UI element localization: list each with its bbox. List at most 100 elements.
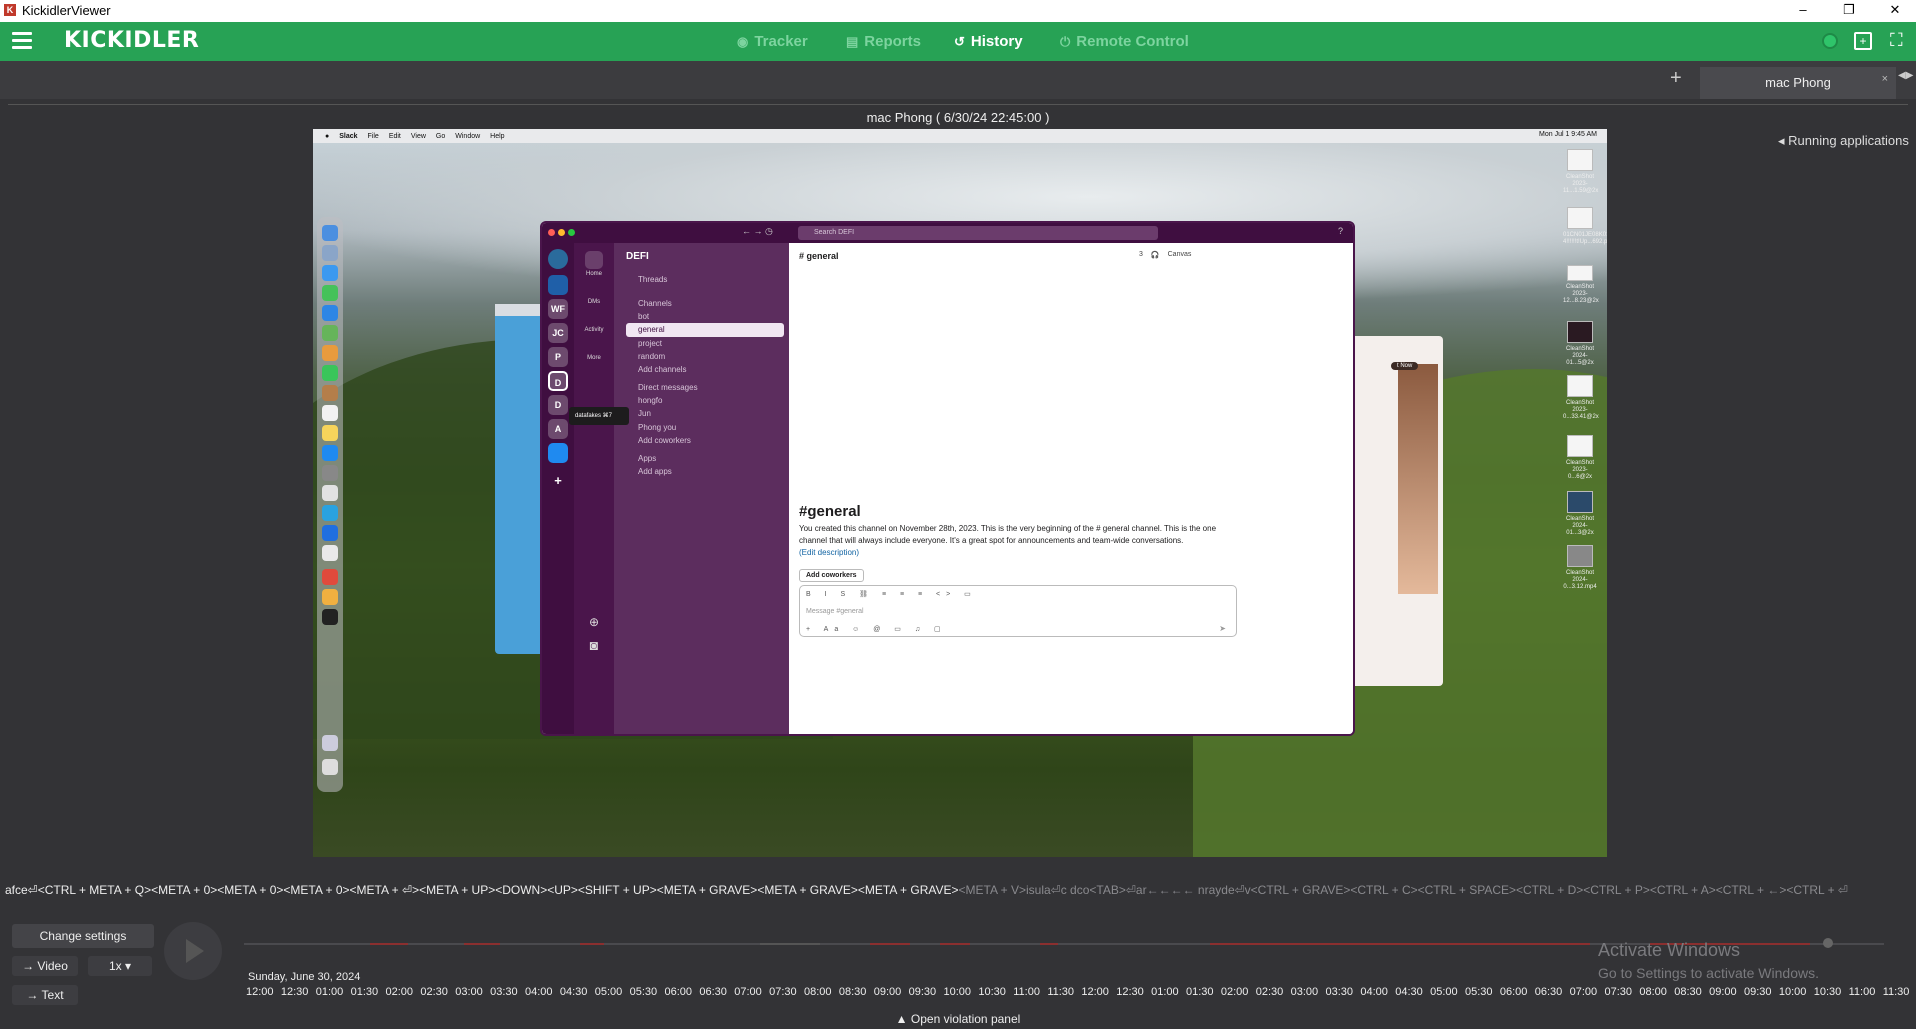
message-input[interactable]: Message #general xyxy=(806,608,864,615)
channel-general[interactable]: general xyxy=(626,323,784,337)
add-coworkers-button[interactable]: Add coworkers xyxy=(799,569,864,582)
nav-home[interactable]: Home xyxy=(574,251,614,277)
speed-select[interactable]: 1x ▾ xyxy=(88,956,152,976)
tab-scroll-arrows-icon[interactable]: ◀▶ xyxy=(1898,70,1913,81)
change-settings-button[interactable]: Change settings xyxy=(12,924,154,948)
new-message-icon[interactable]: ⊕ xyxy=(574,615,614,629)
violation-marker[interactable] xyxy=(464,943,500,945)
minimize-dot-icon[interactable] xyxy=(558,229,565,236)
desktop-file[interactable]: CleanShot 2024-01...5@2x xyxy=(1563,321,1597,367)
fullscreen-icon[interactable]: ⛶ xyxy=(1890,30,1903,51)
nav-more[interactable]: More xyxy=(574,335,614,361)
nav-history[interactable]: ↺ History xyxy=(954,33,1023,50)
add-coworkers-link[interactable]: Add coworkers xyxy=(626,434,784,448)
profile-avatar[interactable]: ◙ xyxy=(574,637,614,653)
add-apps[interactable]: Add apps xyxy=(626,465,784,479)
desktop-file[interactable]: CleanShot 2023-0...6@2x xyxy=(1563,435,1597,481)
timeline-hour-label: 11:00 xyxy=(1848,986,1876,998)
dm-header[interactable]: Direct messages xyxy=(626,381,784,395)
running-applications-toggle[interactable]: ◂ Running applications xyxy=(1778,133,1909,149)
apps-header[interactable]: Apps xyxy=(626,452,784,466)
message-composer[interactable]: B I S ⛓ ≡ ≡ ≡ <> ▭ Message #general + Aa… xyxy=(799,585,1237,637)
minimize-button[interactable]: – xyxy=(1780,0,1826,22)
workspace-a[interactable]: A xyxy=(548,419,568,439)
dm-item[interactable]: hongfo xyxy=(626,394,784,408)
workspace-p[interactable]: P xyxy=(548,347,568,367)
workspace-icon[interactable] xyxy=(548,275,568,295)
video-toggle[interactable]: → Video xyxy=(12,956,78,976)
hamburger-menu-icon[interactable] xyxy=(12,32,32,50)
workspace-avatar[interactable] xyxy=(548,249,568,269)
violation-marker[interactable] xyxy=(580,943,604,945)
remote-screenshot[interactable]: ● Slack File Edit View Go Window Help Mo… xyxy=(313,129,1607,857)
close-dot-icon[interactable] xyxy=(548,229,555,236)
open-violation-panel-button[interactable]: ▲ Open violation panel xyxy=(0,1012,1916,1026)
workspace-icon[interactable] xyxy=(548,443,568,463)
play-button[interactable] xyxy=(164,922,222,980)
zoom-dot-icon[interactable] xyxy=(568,229,575,236)
desktop-file[interactable]: CleanShot 2023-11...1.59@2x xyxy=(1563,149,1598,195)
add-tab-button[interactable]: + xyxy=(1670,67,1682,90)
channels-header[interactable]: Channels xyxy=(626,297,784,311)
desktop-file[interactable]: CleanShot 2023-12...8.23@2x xyxy=(1563,265,1599,305)
tab-mac-phong[interactable]: mac Phong × xyxy=(1700,67,1896,99)
screen-caption: mac Phong ( 6/30/24 22:45:00 ) xyxy=(866,110,1050,125)
edit-description-link[interactable]: (Edit description) xyxy=(799,548,859,557)
add-channels[interactable]: Add channels xyxy=(626,363,784,377)
desktop-file[interactable]: CleanShot 2024-01...3@2x xyxy=(1563,491,1597,537)
violation-marker[interactable] xyxy=(870,943,910,945)
timeline-hour-label: 06:00 xyxy=(1499,986,1528,998)
formatting-toolbar-icon[interactable]: B I S ⛓ ≡ ≡ ≡ <> ▭ xyxy=(806,590,977,598)
violation-marker[interactable] xyxy=(1210,943,1590,945)
violation-marker[interactable] xyxy=(940,943,970,945)
huddle-icon[interactable]: 🎧 xyxy=(1151,251,1160,259)
close-tab-icon[interactable]: × xyxy=(1882,63,1888,95)
channel-random[interactable]: random xyxy=(626,350,784,364)
text-toggle[interactable]: → Text xyxy=(12,985,78,1005)
composer-actions-icon[interactable]: + Aa ☺ @ ▭ ♫ ▢ xyxy=(806,625,947,633)
close-button[interactable]: ✕ xyxy=(1872,0,1916,22)
channel-header[interactable]: # general xyxy=(799,251,839,261)
timeline-hour-label: 12:30 xyxy=(280,986,309,998)
dm-item-self[interactable]: Phong you xyxy=(626,421,784,435)
slack-window[interactable]: ← → ◷ Search DEFI ? WF JC P D D A + Home… xyxy=(540,221,1355,736)
add-workspace-icon[interactable]: + xyxy=(548,471,568,491)
desktop-file[interactable]: CleanShot 2024-0...3.12.mp4 xyxy=(1563,545,1597,591)
new-window-icon[interactable]: + xyxy=(1854,32,1872,50)
timeline-hour-label: 02:30 xyxy=(1255,986,1284,998)
activity-marker[interactable] xyxy=(760,943,820,945)
send-icon[interactable]: ➤ xyxy=(1219,624,1226,633)
dm-item[interactable]: Jun xyxy=(626,407,784,421)
nav-activity[interactable]: Activity xyxy=(574,307,614,333)
mac-menubar: ● Slack File Edit View Go Window Help Mo… xyxy=(313,129,1607,143)
nav-remote-control[interactable]: ⏻ Remote Control xyxy=(1060,33,1189,50)
canvas-button[interactable]: Canvas xyxy=(1168,251,1192,259)
timeline-thumb[interactable] xyxy=(1823,938,1833,948)
channel-project[interactable]: project xyxy=(626,337,784,351)
desktop-file[interactable]: CleanShot 2023-0...33.41@2x xyxy=(1563,375,1599,421)
workspace-d2[interactable]: D xyxy=(548,395,568,415)
document-icon: ▤ xyxy=(846,33,859,49)
help-icon[interactable]: ? xyxy=(1338,226,1343,236)
back-forward-icon[interactable]: ← → ◷ xyxy=(742,226,773,237)
bell-icon xyxy=(585,307,603,325)
workspace-name[interactable]: DEFI xyxy=(626,251,649,262)
workspace-d[interactable]: D xyxy=(548,371,568,391)
timeline-hour-label: 02:30 xyxy=(420,986,448,998)
slack-search-input[interactable]: Search DEFI xyxy=(798,226,1158,240)
desktop-file[interactable]: 01CN01JE08K01O 4!!!!!!t!Up...692.pdf xyxy=(1563,207,1607,246)
workspace-wf[interactable]: WF xyxy=(548,299,568,319)
sidebar-threads[interactable]: Threads xyxy=(626,273,784,287)
nav-reports[interactable]: ▤ Reports xyxy=(846,33,921,50)
nav-tracker[interactable]: ◉ Tracker xyxy=(737,33,808,50)
menubar-item: Slack xyxy=(339,132,358,140)
history-icon: ↺ xyxy=(954,33,965,49)
workspace-jc[interactable]: JC xyxy=(548,323,568,343)
nav-dms[interactable]: DMs xyxy=(574,279,614,305)
menubar-item: Edit xyxy=(388,132,401,140)
violation-marker[interactable] xyxy=(370,943,408,945)
channel-bot[interactable]: bot xyxy=(626,310,784,324)
members-count[interactable]: 3 xyxy=(1139,251,1143,259)
violation-marker[interactable] xyxy=(1040,943,1058,945)
restore-button[interactable]: ❐ xyxy=(1826,0,1872,22)
